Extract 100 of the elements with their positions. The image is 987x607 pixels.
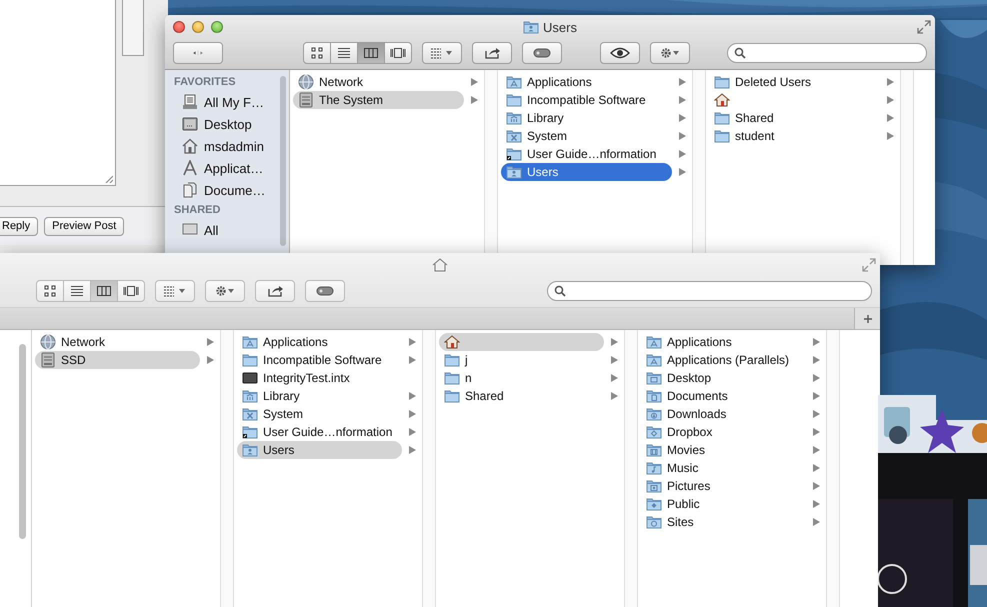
sidebar-heading: SHARED (173, 203, 222, 218)
share-button[interactable] (472, 42, 512, 64)
folder-icon (242, 424, 258, 440)
close-button[interactable] (173, 21, 185, 33)
folder-icon (646, 424, 662, 440)
expand-arrow-icon (813, 518, 820, 526)
scrollbar[interactable] (280, 76, 286, 246)
file-item[interactable]: Incompatible Software (237, 351, 402, 369)
file-item[interactable]: System (501, 127, 672, 145)
search-field[interactable] (727, 43, 927, 63)
expand-arrow-icon (813, 428, 820, 436)
file-item[interactable]: Applications (237, 333, 402, 351)
folder-icon (523, 19, 540, 35)
back-forward-button[interactable] (173, 42, 223, 64)
expand-arrow-icon (813, 338, 820, 346)
settings-button[interactable] (205, 280, 245, 302)
sidebar-item[interactable]: Desktop (165, 113, 289, 135)
file-item[interactable]: Desktop (641, 369, 806, 387)
view-mode-button[interactable] (357, 42, 385, 64)
file-item[interactable]: Users (501, 163, 672, 181)
file-item[interactable]: IntegrityTest.intx (237, 369, 402, 387)
expand-arrow-icon (813, 446, 820, 454)
search-field[interactable] (547, 281, 872, 301)
file-item[interactable]: Applications (501, 73, 672, 91)
file-item[interactable]: User Guide…nformation (501, 145, 672, 163)
share-button[interactable] (255, 280, 295, 302)
file-item[interactable]: Documents (641, 387, 806, 405)
file-item[interactable]: student (709, 127, 880, 145)
file-item[interactable]: Users (237, 441, 402, 459)
file-item[interactable]: Shared (709, 109, 880, 127)
file-item[interactable]: n (439, 369, 604, 387)
expand-arrow-icon (409, 356, 416, 364)
folder-icon (646, 370, 662, 386)
file-item[interactable]: j (439, 351, 604, 369)
expand-arrow-icon (409, 338, 416, 346)
expand-arrow-icon (471, 96, 478, 104)
view-mode-button[interactable] (330, 42, 358, 64)
expand-arrow-icon (611, 356, 618, 364)
minimize-button[interactable] (192, 21, 204, 33)
sidebar-item[interactable]: msdadmin (165, 135, 289, 157)
arrange-button[interactable] (422, 42, 462, 64)
expand-arrow-icon (679, 150, 686, 158)
file-item[interactable]: Incompatible Software (501, 91, 672, 109)
file-item[interactable]: Pictures (641, 477, 806, 495)
files-icon (182, 94, 198, 110)
tags-button[interactable] (305, 280, 345, 302)
file-item[interactable]: Movies (641, 441, 806, 459)
columns-icon (96, 285, 112, 297)
new-tab-button[interactable] (854, 308, 880, 329)
house-icon (182, 138, 198, 154)
sidebar-item[interactable]: All (165, 219, 289, 241)
file-item[interactable]: Applications (641, 333, 806, 351)
file-item[interactable]: Downloads (641, 405, 806, 423)
sidebar-item[interactable]: Docume… (165, 179, 289, 201)
file-item[interactable]: System (237, 405, 402, 423)
file-item[interactable]: Applications (Parallels) (641, 351, 806, 369)
folder-icon (714, 74, 730, 90)
folder-icon (506, 146, 522, 162)
expand-arrow-icon (471, 78, 478, 86)
file-item[interactable]: Shared (439, 387, 604, 405)
file-item[interactable]: Network (293, 73, 464, 91)
file-item[interactable]: Dropbox (641, 423, 806, 441)
file-item[interactable]: Library (237, 387, 402, 405)
folder-icon (506, 128, 522, 144)
sidebar-item[interactable]: All My F… (165, 91, 289, 113)
tags-button[interactable] (522, 42, 562, 64)
settings-button[interactable] (650, 42, 690, 64)
fullscreen-icon[interactable] (862, 258, 876, 272)
arrange-button[interactable] (155, 280, 195, 302)
view-mode-button[interactable] (90, 280, 118, 302)
folder-icon (242, 442, 258, 458)
file-item[interactable]: Deleted Users (709, 73, 880, 91)
expand-arrow-icon (611, 392, 618, 400)
resize-grip-icon (105, 175, 113, 183)
file-item[interactable]: Public (641, 495, 806, 513)
file-item[interactable]: SSD (35, 351, 200, 369)
file-icon (242, 370, 258, 386)
zoom-button[interactable] (211, 21, 223, 33)
folder-icon (646, 442, 662, 458)
view-mode-button[interactable] (384, 42, 412, 64)
form-button[interactable]: Preview Post (44, 216, 124, 236)
file-item[interactable]: The System (293, 91, 464, 109)
view-mode-button[interactable] (36, 280, 64, 302)
search-icon (734, 47, 746, 59)
file-item[interactable]: User Guide…nformation (237, 423, 402, 441)
file-item[interactable]: Music (641, 459, 806, 477)
view-mode-button[interactable] (63, 280, 91, 302)
expand-arrow-icon (813, 482, 820, 490)
file-item[interactable]: Library (501, 109, 672, 127)
view-mode-button[interactable] (117, 280, 145, 302)
expand-arrow-icon (679, 168, 686, 176)
sidebar-item[interactable]: Applicat… (165, 157, 289, 179)
form-button[interactable]: Reply (0, 216, 38, 236)
file-item[interactable]: Network (35, 333, 200, 351)
quick-look-button[interactable] (600, 42, 640, 64)
expand-arrow-icon (679, 96, 686, 104)
view-mode-button[interactable] (303, 42, 331, 64)
scrollbar[interactable] (19, 344, 26, 539)
folder-icon (714, 128, 730, 144)
file-item[interactable]: Sites (641, 513, 806, 531)
